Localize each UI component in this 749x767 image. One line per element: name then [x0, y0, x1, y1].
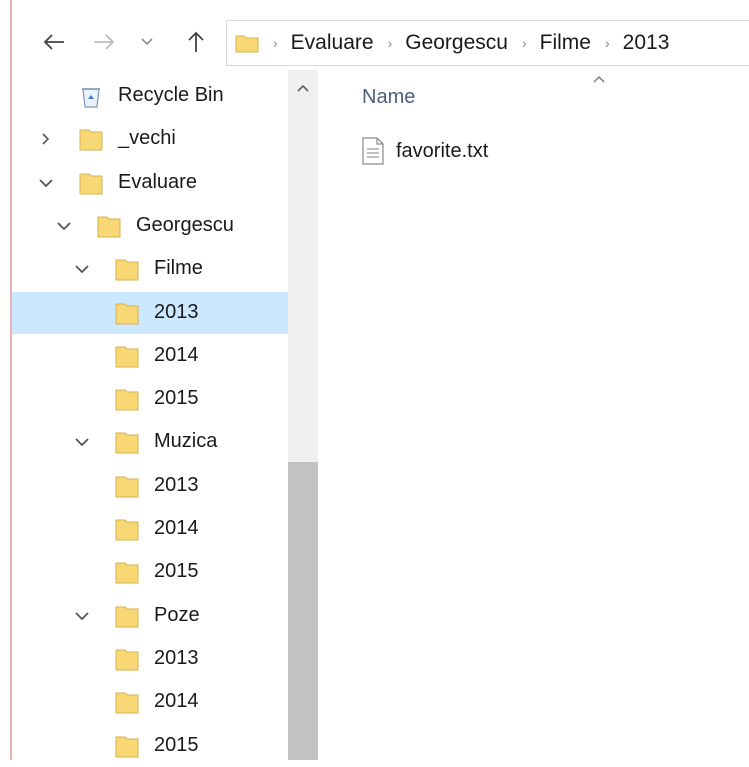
folder-icon	[114, 473, 140, 499]
folder-icon	[114, 646, 140, 672]
folder-icon	[114, 733, 140, 759]
nav-tree-item[interactable]: Poze	[12, 595, 288, 637]
nav-tree-item-label: 2015	[154, 560, 199, 583]
folder-icon	[114, 516, 140, 542]
chevron-down-icon[interactable]	[54, 216, 74, 236]
breadcrumb-separator-icon[interactable]: ›	[388, 35, 393, 51]
breadcrumb-item[interactable]: Evaluare	[291, 31, 374, 55]
folder-icon	[114, 603, 140, 629]
nav-tree-item[interactable]: 2015	[12, 378, 288, 420]
nav-tree-item[interactable]: Georgescu	[12, 205, 288, 247]
arrow-up-icon	[188, 31, 204, 52]
recycle-bin-icon	[78, 83, 104, 109]
nav-tree-item[interactable]: 2013	[12, 465, 288, 507]
nav-tree-item-label: 2013	[154, 473, 199, 496]
breadcrumb-item[interactable]: Filme	[540, 31, 591, 55]
chevron-down-icon[interactable]	[72, 432, 92, 452]
nav-tree-item[interactable]: 2013	[12, 638, 288, 680]
nav-tree-item-label: Poze	[154, 603, 200, 626]
chevron-down-icon[interactable]	[72, 259, 92, 279]
breadcrumb-item[interactable]: Georgescu	[405, 31, 508, 55]
file-item[interactable]: favorite.txt	[362, 134, 488, 168]
folder-icon	[114, 256, 140, 282]
chevron-down-icon[interactable]	[72, 606, 92, 626]
nav-tree-item[interactable]: 2014	[12, 508, 288, 550]
folder-icon	[96, 213, 122, 239]
chevron-down-icon[interactable]	[36, 173, 56, 193]
nav-tree-item-label: 2015	[154, 733, 199, 756]
breadcrumb-item[interactable]: 2013	[623, 31, 670, 55]
navigation-pane-scrollbar[interactable]	[288, 70, 318, 760]
file-name: favorite.txt	[396, 139, 489, 162]
breadcrumb-separator-icon[interactable]: ›	[273, 35, 278, 51]
address-bar[interactable]: › Evaluare › Georgescu › Filme › 2013	[226, 20, 749, 66]
folder-icon	[114, 689, 140, 715]
back-button[interactable]	[32, 14, 76, 70]
navigation-pane: Recycle Bin _vechi Evaluare Georgescu Filme 2…	[12, 70, 288, 760]
nav-tree-item-label: Filme	[154, 257, 203, 280]
breadcrumb-separator-icon[interactable]: ›	[605, 35, 610, 51]
nav-tree-item-label: 2014	[154, 690, 199, 713]
breadcrumb: › Evaluare › Georgescu › Filme › 2013	[259, 31, 669, 55]
nav-tree-item[interactable]: 2014	[12, 335, 288, 377]
chevron-right-icon[interactable]	[36, 129, 56, 149]
recent-locations-button[interactable]	[130, 14, 164, 70]
file-list: Name favorite.txt	[318, 70, 749, 760]
folder-icon	[114, 343, 140, 369]
text-file-icon	[362, 137, 384, 165]
nav-tree-item[interactable]: _vechi	[12, 118, 288, 160]
chevron-up-icon	[297, 84, 309, 92]
folder-icon	[78, 126, 104, 152]
nav-tree-item-label: Evaluare	[118, 170, 197, 193]
forward-button[interactable]	[84, 14, 124, 70]
breadcrumb-separator-icon[interactable]: ›	[522, 35, 527, 51]
nav-tree-item[interactable]: Recycle Bin	[12, 75, 288, 117]
arrow-right-icon	[94, 34, 115, 50]
nav-tree-item-label: Muzica	[154, 430, 218, 453]
nav-tree-item[interactable]: 2015	[12, 725, 288, 767]
scrollbar-thumb[interactable]	[288, 462, 318, 760]
sort-ascending-icon	[593, 76, 605, 83]
nav-tree-item-label: 2014	[154, 343, 199, 366]
nav-tree-item[interactable]: Evaluare	[12, 162, 288, 204]
scroll-up-button[interactable]	[288, 76, 318, 100]
nav-tree-item[interactable]: Filme	[12, 248, 288, 290]
arrow-left-icon	[43, 34, 64, 50]
nav-tree-item-label: Recycle Bin	[118, 84, 224, 106]
nav-tree-item[interactable]: 2013	[12, 291, 288, 334]
nav-tree-item[interactable]: 2015	[12, 551, 288, 593]
chevron-down-icon	[141, 38, 153, 46]
up-button[interactable]	[176, 14, 216, 70]
nav-tree-item-label: 2014	[154, 517, 199, 539]
nav-tree-item-label: 2013	[154, 300, 199, 323]
folder-icon	[78, 170, 104, 196]
navigation-toolbar: › Evaluare › Georgescu › Filme › 2013	[12, 14, 749, 70]
nav-tree-item-label: Georgescu	[136, 213, 234, 236]
folder-icon	[114, 429, 140, 455]
folder-icon	[235, 35, 259, 53]
nav-tree-item-label: _vechi	[118, 127, 176, 150]
nav-tree-item[interactable]: 2014	[12, 681, 288, 723]
folder-icon	[114, 559, 140, 585]
folder-icon	[114, 300, 140, 326]
nav-tree-item-label: 2013	[154, 646, 199, 669]
nav-tree-item-label: 2015	[154, 387, 199, 410]
nav-tree-item[interactable]: Muzica	[12, 421, 288, 463]
folder-icon	[114, 386, 140, 412]
column-header-name[interactable]: Name	[362, 86, 415, 109]
